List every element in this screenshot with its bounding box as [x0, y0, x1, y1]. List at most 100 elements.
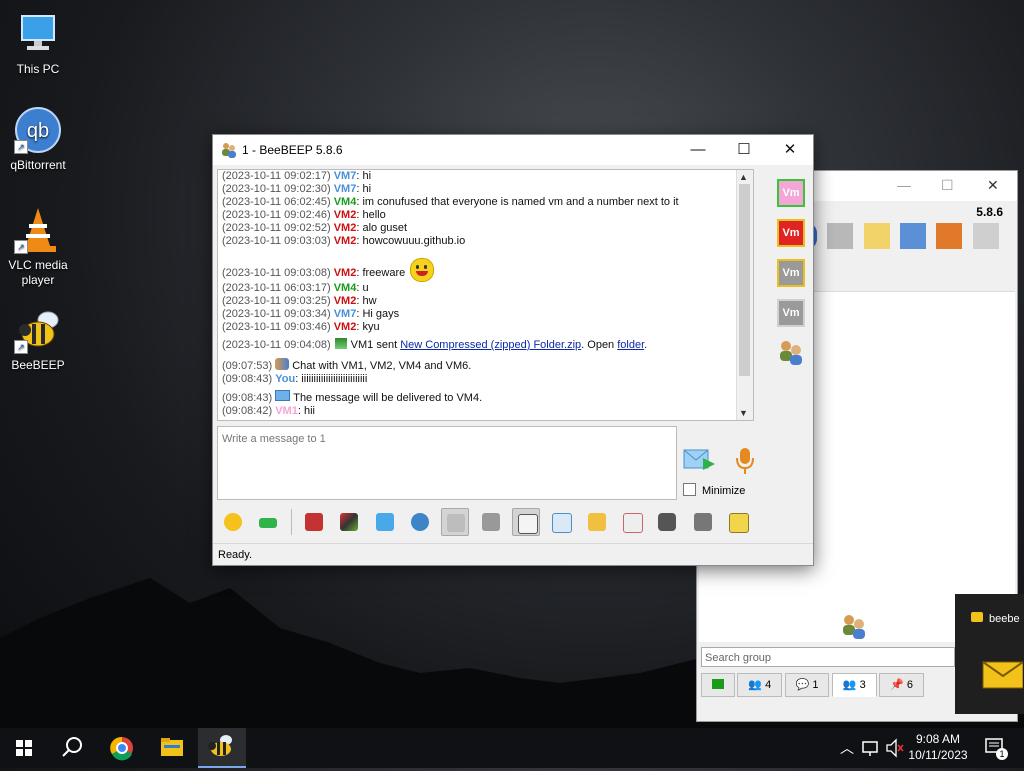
text-icon: [481, 513, 500, 531]
message-text: : hello: [356, 209, 386, 221]
message-timestamp: (2023-10-11 09:02:17): [222, 170, 331, 182]
action-center-button[interactable]: 1: [980, 728, 1010, 768]
close-button[interactable]: ✕: [767, 135, 813, 165]
clear-button[interactable]: [689, 508, 717, 536]
message-input[interactable]: Write a message to 1: [217, 426, 677, 500]
message-sender: VM4: [333, 282, 357, 294]
message-sender: VM2: [333, 222, 357, 234]
trash-icon[interactable]: [972, 223, 999, 249]
message-sender: VM4: [333, 196, 357, 208]
spellcheck-button[interactable]: [441, 508, 470, 536]
group-members-icon[interactable]: [777, 339, 805, 365]
filter-button[interactable]: [371, 508, 399, 536]
desktop-icon-vlc[interactable]: ↗ VLC media player: [0, 206, 76, 288]
tab-groups[interactable]: 👥 3: [831, 673, 877, 697]
chat-history[interactable]: (2023-10-11 09:02:17) VM7: hi (2023-10-11…: [217, 169, 754, 421]
checkbox-box[interactable]: [683, 483, 696, 496]
network-tray-button[interactable]: [860, 728, 882, 768]
tab-users[interactable]: 👥 4: [737, 673, 783, 697]
maximize-icon[interactable]: ☐: [941, 177, 954, 194]
scroll-down-arrow-icon[interactable]: ▼: [739, 408, 748, 418]
tools-icon[interactable]: [900, 223, 927, 249]
message-sender: VM7: [333, 170, 357, 182]
background-toolbar: [807, 223, 1007, 259]
font-button[interactable]: [300, 508, 328, 536]
update-arrow-icon[interactable]: [936, 223, 963, 249]
chrome-icon: [110, 736, 133, 761]
clock-time: 9:08 AM: [915, 732, 961, 746]
clock[interactable]: 9:08 AM 10/11/2023: [904, 731, 972, 763]
emoticon-button[interactable]: [219, 508, 247, 536]
beebeep-chat-window[interactable]: 1 - BeeBEEP 5.8.6 — ☐ ✕ (2023-10-11 09:0…: [212, 134, 814, 566]
member-avatar[interactable]: Vm: [777, 299, 805, 327]
html-button[interactable]: [618, 508, 646, 536]
chat-system-line: (09:08:42) VM1: hii: [222, 405, 735, 418]
tab-chats[interactable]: 💬 1: [784, 673, 830, 697]
settings-button[interactable]: [406, 508, 434, 536]
tab-shares[interactable]: 📌 6: [879, 673, 924, 697]
clear-chat-icon: [693, 513, 712, 531]
screenshot-button[interactable]: [653, 508, 681, 536]
close-icon[interactable]: ✕: [987, 177, 999, 194]
shortcut-arrow-icon: ↗: [14, 240, 28, 254]
minimize-checkbox[interactable]: Minimize: [683, 483, 745, 497]
window-title: 1 - BeeBEEP 5.8.6: [242, 143, 343, 157]
member-avatar[interactable]: Vm: [777, 179, 805, 207]
maximize-button[interactable]: ☐: [721, 135, 767, 165]
start-button[interactable]: [0, 728, 48, 768]
taskbar-file-explorer[interactable]: [148, 728, 196, 768]
message-sender: VM2: [333, 235, 357, 247]
nudge-button[interactable]: [254, 508, 282, 536]
member-avatar[interactable]: Vm: [777, 259, 805, 287]
chat-scrollbar[interactable]: ▲ ▼: [736, 170, 753, 420]
taskbar-beebeep[interactable]: [198, 728, 246, 768]
send-button[interactable]: [683, 446, 717, 474]
message-timestamp: (2023-10-11 09:02:46): [222, 209, 331, 221]
desktop-icon-this-pc[interactable]: This PC: [0, 10, 76, 77]
filter-funnel-icon: [375, 513, 394, 531]
chat-message: (2023-10-11 06:02:45) VM4: im conufused …: [222, 196, 735, 209]
desktop-icon-qbittorrent[interactable]: qb ↗ qBittorrent: [0, 106, 76, 173]
chat-message: (2023-10-11 09:03:08) VM2: freeware: [222, 258, 735, 282]
chat-window-titlebar[interactable]: 1 - BeeBEEP 5.8.6 — ☐ ✕: [213, 135, 813, 165]
member-avatar[interactable]: Vm: [777, 219, 805, 247]
color-button[interactable]: [335, 508, 363, 536]
send-folder-button[interactable]: [583, 508, 611, 536]
chat-system-line: (09:07:53) Chat with VM1, VM2, VM4 and V…: [222, 358, 735, 373]
notes-button[interactable]: [724, 508, 752, 536]
show-hidden-icons-button[interactable]: ︿: [838, 728, 856, 768]
message-text: The message will be delivered to VM4.: [293, 392, 483, 404]
send-mail-icon: [683, 449, 715, 470]
vlc-cone-icon: ↗: [14, 206, 62, 254]
tab-count: 6: [906, 679, 913, 691]
file-link[interactable]: New Compressed (zipped) Folder.zip: [400, 339, 581, 351]
search-button[interactable]: [48, 728, 96, 768]
message-timestamp: (09:08:42): [222, 405, 273, 417]
tab-count: 3: [859, 679, 866, 691]
desktop-icon-beebeep[interactable]: ↗ BeeBEEP: [0, 306, 76, 373]
auto-complete-button[interactable]: [477, 508, 505, 536]
message-sender: VM1: [275, 405, 298, 417]
notification-popup[interactable]: beebe: [955, 594, 1024, 714]
tab-log[interactable]: [701, 673, 735, 697]
folder-link[interactable]: folder: [617, 339, 644, 351]
voice-message-button[interactable]: [733, 446, 757, 476]
envelope-icon[interactable]: [827, 223, 854, 249]
scrollbar-thumb[interactable]: [739, 184, 750, 376]
qbittorrent-icon: qb ↗: [14, 106, 62, 154]
save-chat-button[interactable]: [547, 508, 575, 536]
minimize-icon[interactable]: —: [897, 177, 911, 193]
font-icon: [305, 513, 324, 531]
search-group-input[interactable]: Search group: [701, 647, 955, 667]
edit-pencil-icon[interactable]: [863, 223, 890, 249]
scroll-up-arrow-icon[interactable]: ▲: [739, 172, 748, 182]
message-timestamp: (2023-10-11 09:03:34): [222, 308, 331, 320]
taskbar-chrome[interactable]: [98, 728, 146, 768]
minimize-button[interactable]: —: [675, 135, 721, 165]
svg-text:qb: qb: [27, 120, 49, 142]
computer-icon: [14, 10, 62, 58]
sound-button[interactable]: [512, 508, 541, 536]
bee-icon: [208, 735, 232, 756]
volume-tray-button[interactable]: [884, 728, 906, 768]
message-text: : hw: [356, 295, 377, 307]
